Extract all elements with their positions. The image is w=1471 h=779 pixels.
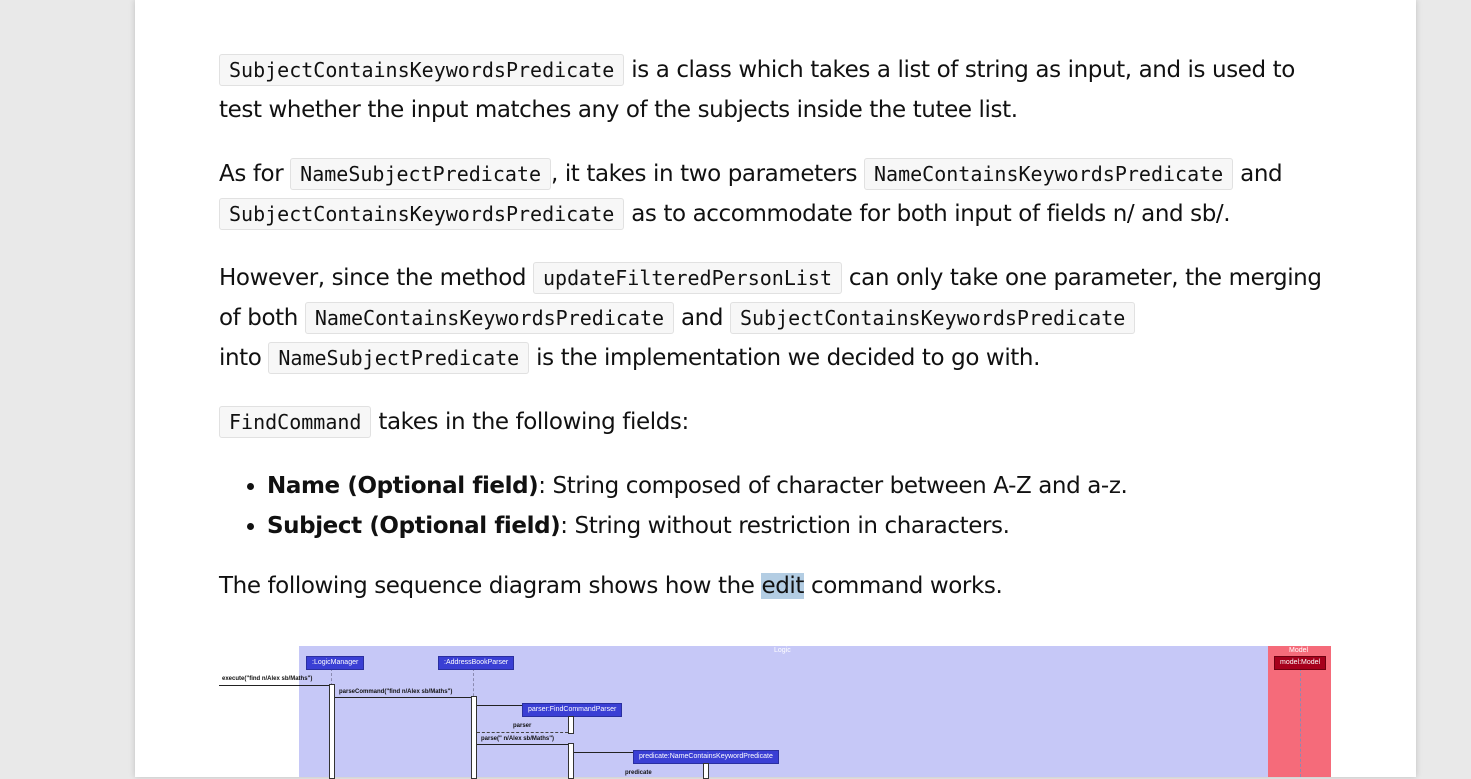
arrow-parse bbox=[477, 744, 568, 745]
code-subject-predicate: SubjectContainsKeywordsPredicate bbox=[219, 54, 625, 86]
paragraph-text: command works. bbox=[804, 573, 1003, 599]
paragraph-text: The following sequence diagram shows how… bbox=[219, 573, 762, 599]
paragraph-filtered-list: However, since the method updateFiltered… bbox=[219, 258, 1334, 378]
code-subject-predicate: SubjectContainsKeywordsPredicate bbox=[729, 302, 1136, 334]
arrow-parse-command bbox=[335, 697, 471, 698]
code-name-subject-predicate: NameSubjectPredicate bbox=[290, 158, 551, 190]
selected-text: edit bbox=[761, 573, 805, 599]
sequence-diagram: Logic Model :LogicManager :AddressBookPa… bbox=[219, 646, 1332, 779]
actor-predicate: predicate:NameContainsKeywordPredicate bbox=[633, 750, 779, 764]
message-execute: execute("find n/Alex sb/Maths") bbox=[222, 676, 313, 682]
paragraph-text: , it takes in two parameters bbox=[551, 161, 865, 187]
activation-find-command-parser bbox=[568, 716, 574, 734]
arrow-execute bbox=[219, 685, 329, 686]
activation-find-command-parser-parse bbox=[568, 743, 574, 779]
document-content: SubjectContainsKeywordsPredicate is a cl… bbox=[219, 50, 1334, 630]
logic-frame-title: Logic bbox=[774, 647, 791, 654]
paragraph-find-command: FindCommand takes in the following field… bbox=[219, 402, 1334, 442]
message-predicate-return: predicate bbox=[625, 770, 652, 776]
list-item: Subject (Optional field): String without… bbox=[267, 506, 1334, 546]
paragraph-name-subject-predicate: As for NameSubjectPredicate, it takes in… bbox=[219, 154, 1334, 234]
code-update-filtered-person-list: updateFilteredPersonList bbox=[533, 262, 842, 294]
paragraph-text: However, since the method bbox=[219, 265, 534, 291]
field-description: : String composed of character between A… bbox=[538, 473, 1128, 499]
actor-model: model:Model bbox=[1274, 656, 1327, 670]
code-subject-predicate: SubjectContainsKeywordsPredicate bbox=[219, 198, 625, 230]
paragraph-text: and bbox=[1233, 161, 1283, 187]
field-label: Name (Optional field) bbox=[267, 473, 539, 499]
actor-find-command-parser: parser:FindCommandParser bbox=[522, 703, 623, 717]
actor-address-book-parser: :AddressBookParser bbox=[438, 656, 515, 670]
actor-logic-manager: :LogicManager bbox=[306, 656, 365, 670]
code-name-subject-predicate: NameSubjectPredicate bbox=[268, 342, 530, 374]
paragraph-text: takes in the following fields: bbox=[371, 409, 689, 435]
model-frame-title: Model bbox=[1289, 647, 1309, 654]
paragraph-text: and bbox=[674, 305, 730, 331]
field-description: : String without restriction in characte… bbox=[560, 513, 1010, 539]
arrow-return-parser bbox=[477, 732, 568, 733]
paragraph-sequence-diagram-intro: The following sequence diagram shows how… bbox=[219, 566, 1334, 606]
activation-address-book-parser bbox=[471, 696, 477, 779]
paragraph-text: into bbox=[219, 345, 269, 371]
paragraph-subject-predicate: SubjectContainsKeywordsPredicate is a cl… bbox=[219, 50, 1334, 130]
field-label: Subject (Optional field) bbox=[267, 513, 561, 539]
arrow-create-parser bbox=[477, 705, 522, 706]
code-find-command: FindCommand bbox=[219, 406, 372, 438]
code-name-contains-predicate: NameContainsKeywordsPredicate bbox=[864, 158, 1234, 190]
code-name-contains-predicate: NameContainsKeywordsPredicate bbox=[304, 302, 675, 334]
message-parse: parse(" n/Alex sb/Maths") bbox=[481, 736, 555, 742]
activation-logic-manager bbox=[329, 684, 335, 779]
list-item: Name (Optional field): String composed o… bbox=[267, 466, 1334, 506]
arrow-create-predicate bbox=[574, 752, 633, 753]
lifeline-model bbox=[1300, 668, 1301, 777]
paragraph-text: as to accommodate for both input of fiel… bbox=[624, 201, 1231, 227]
field-list: Name (Optional field): String composed o… bbox=[219, 466, 1334, 546]
message-parse-command: parseCommand("find n/Alex sb/Maths") bbox=[339, 689, 453, 695]
message-parser-return: parser bbox=[513, 723, 532, 729]
paragraph-text: As for bbox=[219, 161, 291, 187]
paragraph-text: is the implementation we decided to go w… bbox=[529, 345, 1041, 371]
